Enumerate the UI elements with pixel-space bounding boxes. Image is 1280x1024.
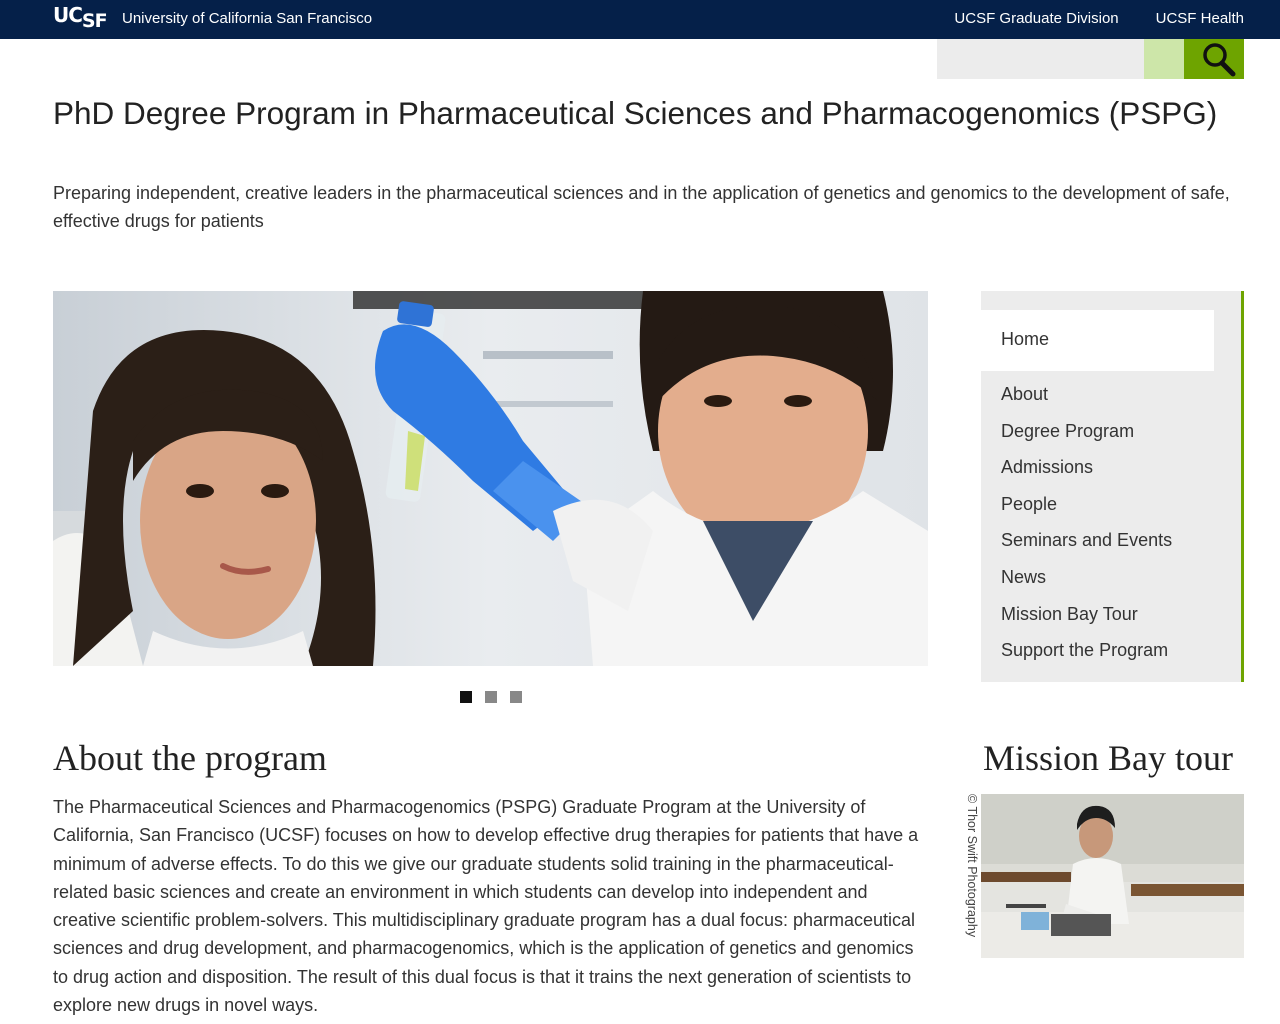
sidebar-item-seminars-and-events[interactable]: Seminars and Events [1001,528,1172,565]
carousel-dot-1[interactable] [460,691,472,703]
tour-photo [981,794,1244,958]
graduate-division-link[interactable]: UCSF Graduate Division [954,10,1118,28]
photo-credit: © Thor Swift Photography [965,794,981,958]
about-heading: About the program [53,738,327,778]
sidebar-home-label: Home [1001,329,1050,349]
carousel-dots [460,691,522,703]
carousel-dot-3[interactable] [510,691,522,703]
search-accent [1144,39,1184,79]
ucsf-logo[interactable]: UCSF [53,3,108,32]
sidebar-item-degree-program[interactable]: Degree Program [1001,419,1172,456]
lab-photo [53,291,928,666]
sidebar-item-support-the-program[interactable]: Support the Program [1001,638,1172,675]
hero-carousel-image[interactable] [53,291,928,666]
university-name-link[interactable]: University of California San Francisco [122,10,372,28]
search-input[interactable] [937,39,1144,79]
sidebar-list: About Degree Program Admissions People S… [1001,382,1172,675]
page-title: PhD Degree Program in Pharmaceutical Sci… [53,95,1218,131]
mission-bay-tour-image[interactable] [981,794,1244,958]
sidebar-item-people[interactable]: People [1001,492,1172,529]
about-body: The Pharmaceutical Sciences and Pharmaco… [53,797,919,1016]
top-links: UCSF Graduate Division UCSF Health [954,10,1244,28]
carousel-dot-2[interactable] [485,691,497,703]
logo-sub: SF [81,10,108,32]
sidebar-nav: Home About Degree Program Admissions Peo… [981,291,1244,682]
top-bar: UCSF University of California San Franci… [0,0,1280,39]
sidebar-item-news[interactable]: News [1001,565,1172,602]
logo-main: UC [53,3,83,27]
sidebar-item-home[interactable]: Home [981,310,1214,371]
mission-bay-tour-heading: Mission Bay tour [983,738,1234,778]
ucsf-health-link[interactable]: UCSF Health [1156,10,1244,28]
sidebar-item-admissions[interactable]: Admissions [1001,455,1172,492]
search-icon [1203,43,1236,77]
page-subtitle: Preparing independent, creative leaders … [53,183,1230,231]
sidebar-item-mission-bay-tour[interactable]: Mission Bay Tour [1001,602,1172,639]
search-button[interactable] [1184,39,1244,79]
sidebar-item-about[interactable]: About [1001,382,1172,419]
photo-credit-text: © Thor Swift Photography [965,794,979,938]
